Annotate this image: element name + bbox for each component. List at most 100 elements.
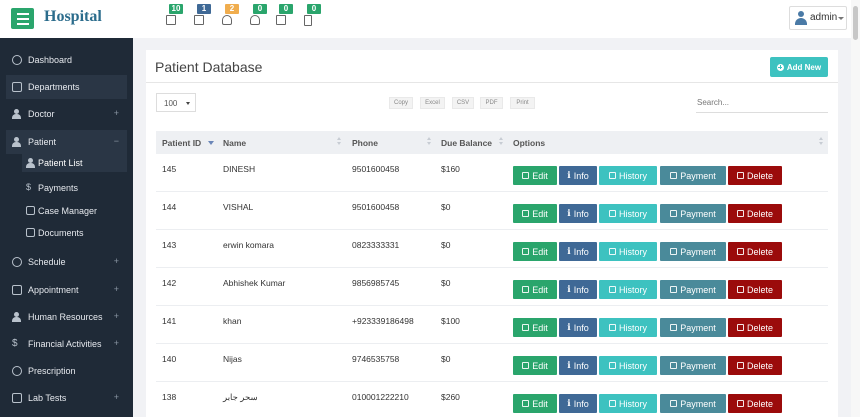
user-icon	[26, 158, 35, 168]
payment-button[interactable]: Payment	[660, 356, 726, 375]
history-button[interactable]: History	[599, 204, 657, 223]
file-icon	[26, 228, 35, 237]
user-icon[interactable]: 2	[221, 4, 243, 32]
sort-icon[interactable]	[337, 137, 342, 148]
brand-logo[interactable]: Hospital	[44, 8, 102, 26]
page-scrollbar[interactable]	[851, 0, 860, 417]
page-length-select[interactable]: 100	[156, 93, 196, 112]
edit-button[interactable]: Edit	[513, 280, 557, 299]
users-icon[interactable]: 0	[249, 4, 271, 32]
info-button[interactable]: ℹ Info	[559, 318, 597, 337]
delete-button[interactable]: Delete	[728, 394, 782, 413]
delete-button[interactable]: Delete	[728, 356, 782, 375]
info-button[interactable]: ℹ Info	[559, 166, 597, 185]
sort-desc-icon[interactable]	[208, 141, 214, 145]
add-new-button[interactable]: Add New	[770, 57, 828, 77]
clipboard-icon[interactable]: 0	[303, 4, 325, 32]
sidebar-item-human-resources[interactable]: Human Resources +	[6, 305, 127, 329]
sidebar-item-label: Dashboard	[28, 55, 73, 65]
delete-button[interactable]: Delete	[728, 204, 782, 223]
info-button[interactable]: ℹ Info	[559, 204, 597, 223]
info-button[interactable]: ℹ Info	[559, 394, 597, 413]
sidebar-subitem-payments[interactable]: $ Payments	[22, 179, 127, 197]
sidebar-item-prescription[interactable]: Prescription	[6, 359, 127, 383]
history-icon	[608, 286, 616, 293]
copy-button[interactable]: Copy	[389, 97, 413, 109]
edit-button[interactable]: Edit	[513, 242, 557, 261]
info-icon: ℹ	[567, 360, 571, 370]
sidebar-item-patient[interactable]: Patient −	[6, 130, 127, 154]
edit-button[interactable]: Edit	[513, 204, 557, 223]
edit-button[interactable]: Edit	[513, 394, 557, 413]
delete-button[interactable]: Delete	[728, 318, 782, 337]
payment-button[interactable]: Payment	[660, 204, 726, 223]
delete-button[interactable]: Delete	[728, 166, 782, 185]
column-header-options[interactable]: Options	[513, 138, 545, 148]
cell-phone: 0823333331	[352, 240, 400, 250]
sidebar-subitem-patient-list[interactable]: Patient List	[22, 154, 127, 172]
sidebar-item-label: Financial Activities	[28, 339, 102, 349]
history-button[interactable]: History	[599, 166, 657, 185]
sidebar-subitem-documents[interactable]: Documents	[22, 224, 127, 242]
info-button[interactable]: ℹ Info	[559, 242, 597, 261]
sidebar-subitem-case-manager[interactable]: Case Manager	[22, 202, 127, 220]
info-button[interactable]: ℹ Info	[559, 280, 597, 299]
info-icon: ℹ	[567, 398, 571, 408]
sidebar-item-lab-tests[interactable]: Lab Tests +	[6, 386, 127, 410]
payment-button[interactable]: Payment	[660, 280, 726, 299]
sidebar-item-label: Case Manager	[38, 206, 98, 216]
cell-patient-id: 138	[162, 392, 177, 402]
notification-badge: 2	[225, 4, 239, 14]
cell-phone: +923339186498	[352, 316, 414, 326]
sidebar-item-doctor[interactable]: Doctor +	[6, 102, 127, 126]
cell-patient-id: 141	[162, 316, 177, 326]
sidebar-item-financial-activities[interactable]: $ Financial Activities +	[6, 332, 127, 356]
sidebar-item-label: Appointment	[28, 285, 79, 295]
expand-icon: +	[113, 256, 119, 266]
info-icon: ℹ	[567, 170, 571, 180]
sidebar-item-label: Lab Tests	[28, 393, 67, 403]
payment-button[interactable]: Payment	[660, 318, 726, 337]
history-button[interactable]: History	[599, 318, 657, 337]
sort-icon[interactable]	[427, 137, 432, 148]
sidebar-item-dashboard[interactable]: Dashboard	[6, 48, 127, 72]
cell-name: سحر جابر	[223, 392, 258, 402]
column-header-due-balance[interactable]: Due Balance	[441, 138, 492, 148]
sidebar-item-departments[interactable]: Departments	[6, 75, 127, 99]
money-icon[interactable]: 1	[193, 4, 215, 32]
payment-button[interactable]: Payment	[660, 394, 726, 413]
column-header-patient-id[interactable]: Patient ID	[162, 138, 201, 148]
sidebar-item-label: Schedule	[28, 257, 66, 267]
column-header-phone[interactable]: Phone	[352, 138, 378, 148]
history-button[interactable]: History	[599, 242, 657, 261]
history-button[interactable]: History	[599, 280, 657, 299]
history-button[interactable]: History	[599, 356, 657, 375]
sort-icon[interactable]	[499, 137, 504, 148]
expand-icon: +	[113, 311, 119, 321]
edit-button[interactable]: Edit	[513, 318, 557, 337]
edit-button[interactable]: Edit	[513, 356, 557, 375]
sidebar-item-schedule[interactable]: Schedule +	[6, 250, 127, 274]
search-input[interactable]	[696, 93, 828, 113]
info-button[interactable]: ℹ Info	[559, 356, 597, 375]
scrollbar-thumb[interactable]	[853, 6, 858, 40]
cell-name: Nijas	[223, 354, 242, 364]
edit-button[interactable]: Edit	[513, 166, 557, 185]
user-menu-button[interactable]: admin	[789, 6, 847, 30]
history-button[interactable]: History	[599, 394, 657, 413]
payment-button[interactable]: Payment	[660, 166, 726, 185]
printer-icon[interactable]: 10	[165, 4, 187, 32]
column-header-name[interactable]: Name	[223, 138, 246, 148]
delete-button[interactable]: Delete	[728, 242, 782, 261]
cell-due-balance: $100	[441, 316, 460, 326]
delete-button[interactable]: Delete	[728, 280, 782, 299]
print-button[interactable]: Print	[510, 97, 535, 109]
payment-button[interactable]: Payment	[660, 242, 726, 261]
medkit-icon[interactable]: 0	[275, 4, 297, 32]
sidebar-item-appointment[interactable]: Appointment +	[6, 278, 127, 302]
pdf-button[interactable]: PDF	[480, 97, 503, 109]
csv-button[interactable]: CSV	[452, 97, 474, 109]
menu-toggle-button[interactable]	[11, 8, 34, 29]
excel-button[interactable]: Excel	[420, 97, 445, 109]
sort-icon[interactable]	[819, 137, 824, 148]
